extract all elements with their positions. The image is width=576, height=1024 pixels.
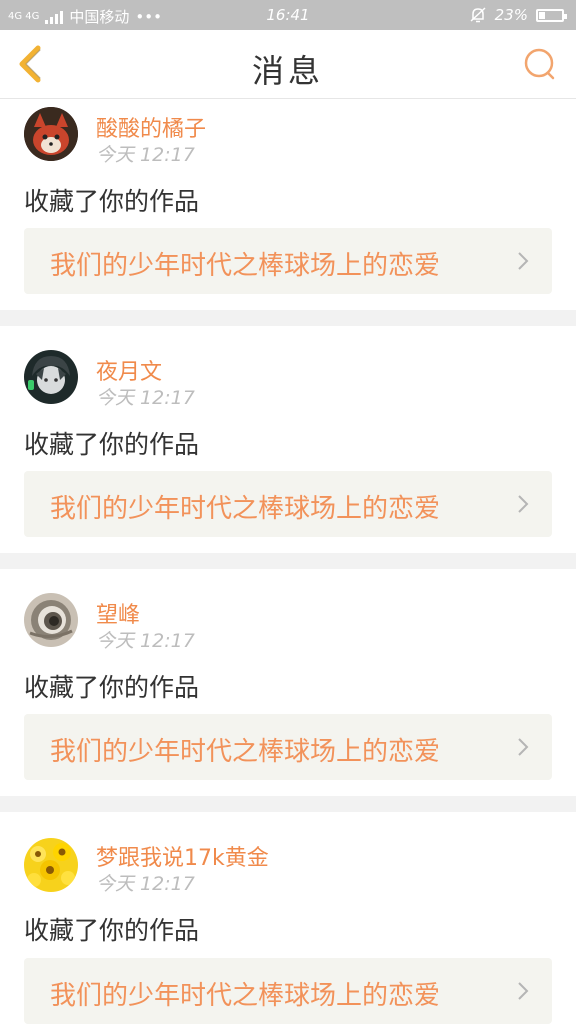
message-card: 酸酸的橘子 今天 12:17 收藏了你的作品 我们的少年时代之棒球场上的恋爱 — [0, 99, 576, 310]
battery-percent: 23% — [494, 6, 528, 24]
fox-avatar[interactable] — [24, 107, 78, 161]
spiral-avatar-image — [24, 593, 78, 647]
message-card: 梦跟我说17k黄金 今天 12:17 收藏了你的作品 我们的少年时代之棒球场上的… — [0, 812, 576, 1024]
search-button[interactable] — [522, 46, 558, 82]
action-text: 收藏了你的作品 — [24, 187, 200, 216]
sunflower-avatar[interactable] — [24, 838, 78, 892]
work-title: 我们的少年时代之棒球场上的恋爱 — [50, 737, 441, 767]
username[interactable]: 梦跟我说17k黄金 — [96, 840, 269, 872]
fox-avatar-image — [24, 107, 78, 161]
message-card: 夜月文 今天 12:17 收藏了你的作品 我们的少年时代之棒球场上的恋爱 — [0, 326, 576, 553]
chevron-right-icon — [518, 495, 529, 513]
message-time: 今天 12:17 — [96, 873, 195, 895]
username[interactable]: 望峰 — [96, 597, 140, 629]
anime-boy-avatar[interactable] — [24, 350, 78, 404]
status-bar: 4G 4G 中国移动 ••• 16:41 23% — [0, 0, 576, 30]
sunflower-avatar-image — [24, 838, 78, 892]
message-card: 望峰 今天 12:17 收藏了你的作品 我们的少年时代之棒球场上的恋爱 — [0, 569, 576, 796]
page-title: 消息 — [251, 52, 324, 90]
username[interactable]: 酸酸的橘子 — [96, 111, 206, 143]
action-text: 收藏了你的作品 — [24, 916, 200, 945]
message-time: 今天 12:17 — [96, 630, 195, 652]
app-header: 消息 — [0, 30, 576, 99]
search-icon — [524, 48, 555, 80]
work-title: 我们的少年时代之棒球场上的恋爱 — [50, 981, 441, 1011]
status-right: 23% — [469, 6, 567, 24]
work-title: 我们的少年时代之棒球场上的恋爱 — [50, 494, 441, 524]
chevron-right-icon — [518, 982, 529, 1000]
work-title: 我们的少年时代之棒球场上的恋爱 — [50, 251, 441, 281]
chevron-right-icon — [518, 252, 529, 270]
chevron-right-icon — [518, 738, 529, 756]
battery-icon — [536, 8, 567, 22]
work-link[interactable]: 我们的少年时代之棒球场上的恋爱 — [24, 714, 552, 780]
message-time: 今天 12:17 — [96, 144, 195, 166]
message-time: 今天 12:17 — [96, 387, 195, 409]
work-link[interactable]: 我们的少年时代之棒球场上的恋爱 — [24, 228, 552, 294]
work-link[interactable]: 我们的少年时代之棒球场上的恋爱 — [24, 471, 552, 537]
anime-boy-avatar-image — [24, 350, 78, 404]
work-link[interactable]: 我们的少年时代之棒球场上的恋爱 — [24, 958, 552, 1024]
action-text: 收藏了你的作品 — [24, 673, 200, 702]
bell-off-icon — [470, 7, 486, 23]
action-text: 收藏了你的作品 — [24, 430, 200, 459]
username[interactable]: 夜月文 — [96, 354, 162, 386]
spiral-avatar[interactable] — [24, 593, 78, 647]
